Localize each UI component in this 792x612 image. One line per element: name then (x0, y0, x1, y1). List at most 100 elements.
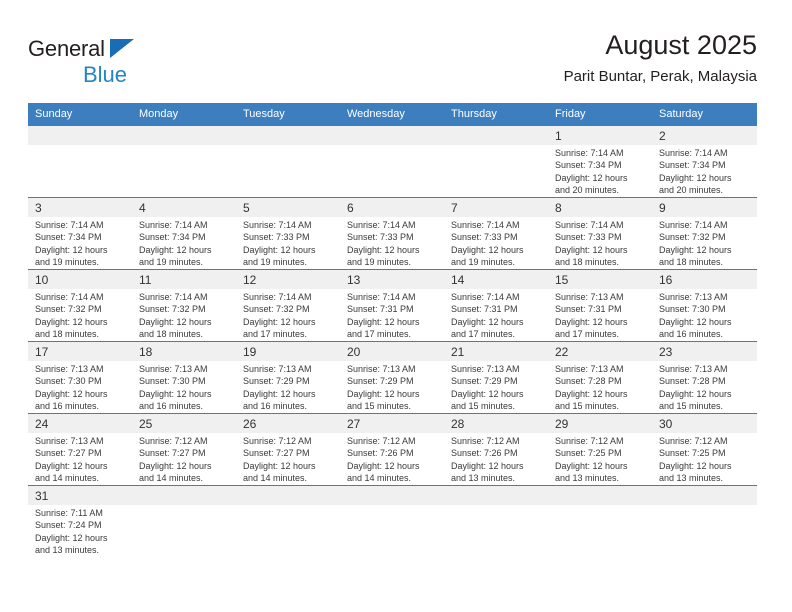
calendar-day-cell[interactable]: 7 Sunrise: 7:14 AM Sunset: 7:33 PM Daylight… (444, 197, 548, 270)
day-number: 12 (236, 270, 340, 289)
calendar-day-cell[interactable]: 28 Sunrise: 7:12 AM Sunset: 7:26 PM Dayligh… (444, 413, 548, 486)
weekday-header-saturday: Saturday (652, 103, 757, 126)
day-number: 15 (548, 270, 652, 289)
day-info-line: Sunrise: 7:12 AM (451, 436, 520, 446)
calendar-day-cell[interactable]: 22 Sunrise: 7:13 AM Sunset: 7:28 PM Dayligh… (548, 341, 652, 414)
calendar-day-cell[interactable]: 9 Sunrise: 7:14 AM Sunset: 7:32 PM Daylight… (652, 197, 757, 270)
day-info-line: Sunrise: 7:13 AM (555, 364, 624, 374)
day-sun-info: Sunrise: 7:14 AM Sunset: 7:34 PM Daylight:… (652, 145, 757, 197)
day-info-line: Sunrise: 7:14 AM (243, 220, 312, 230)
day-info-line: Sunset: 7:24 PM (35, 520, 102, 531)
day-sun-info: Sunrise: 7:14 AM Sunset: 7:32 PM Daylight:… (28, 289, 132, 341)
day-info-line: Daylight: 12 hours (35, 388, 108, 399)
calendar-day-cell[interactable]: 8 Sunrise: 7:14 AM Sunset: 7:33 PM Daylight… (548, 197, 652, 270)
general-blue-logo[interactable]: General Blue (28, 36, 208, 92)
day-number (340, 126, 444, 145)
calendar-day-cell[interactable]: 24 Sunrise: 7:13 AM Sunset: 7:27 PM Dayligh… (28, 413, 132, 486)
day-info-line: and 16 minutes. (139, 401, 204, 412)
day-info-line: Daylight: 12 hours (555, 388, 628, 399)
day-info-line: and 13 minutes. (451, 473, 516, 484)
day-number: 23 (652, 342, 757, 361)
day-info-line: Sunrise: 7:14 AM (555, 148, 624, 158)
day-info-line: Sunset: 7:34 PM (555, 160, 622, 171)
calendar-empty-cell (548, 485, 652, 558)
day-info-line: Sunset: 7:25 PM (659, 448, 726, 459)
day-number: 2 (652, 126, 757, 145)
calendar-day-cell[interactable]: 5 Sunrise: 7:14 AM Sunset: 7:33 PM Daylight… (236, 197, 340, 270)
calendar-day-cell[interactable]: 27 Sunrise: 7:12 AM Sunset: 7:26 PM Dayligh… (340, 413, 444, 486)
day-info-line: and 18 minutes. (139, 329, 204, 340)
day-sun-info: Sunrise: 7:14 AM Sunset: 7:33 PM Daylight:… (340, 217, 444, 269)
day-info-line: and 15 minutes. (347, 401, 412, 412)
day-info-line: Sunrise: 7:12 AM (347, 436, 416, 446)
calendar-day-cell[interactable]: 30 Sunrise: 7:12 AM Sunset: 7:25 PM Dayligh… (652, 413, 757, 486)
calendar-day-cell[interactable]: 2 Sunrise: 7:14 AM Sunset: 7:34 PM Daylight… (652, 125, 757, 198)
page-subtitle: Parit Buntar, Perak, Malaysia (563, 68, 757, 85)
calendar-day-cell[interactable]: 12 Sunrise: 7:14 AM Sunset: 7:32 PM Dayligh… (236, 269, 340, 342)
day-info-line: Sunset: 7:32 PM (139, 304, 206, 315)
day-info-line: and 16 minutes. (659, 329, 724, 340)
calendar-day-cell[interactable]: 29 Sunrise: 7:12 AM Sunset: 7:25 PM Dayligh… (548, 413, 652, 486)
day-info-line: Sunset: 7:31 PM (347, 304, 414, 315)
day-info-line: Daylight: 12 hours (347, 460, 420, 471)
calendar-empty-cell (132, 125, 236, 198)
day-sun-info (236, 145, 340, 147)
calendar-empty-cell (340, 125, 444, 198)
day-info-line: Sunset: 7:32 PM (35, 304, 102, 315)
day-info-line: and 17 minutes. (555, 329, 620, 340)
day-info-line: Sunrise: 7:13 AM (555, 292, 624, 302)
day-info-line: and 19 minutes. (451, 257, 516, 268)
calendar-day-cell[interactable]: 17 Sunrise: 7:13 AM Sunset: 7:30 PM Dayligh… (28, 341, 132, 414)
calendar-day-cell[interactable]: 20 Sunrise: 7:13 AM Sunset: 7:29 PM Dayligh… (340, 341, 444, 414)
calendar-day-cell[interactable]: 21 Sunrise: 7:13 AM Sunset: 7:29 PM Dayligh… (444, 341, 548, 414)
calendar-day-cell[interactable]: 1 Sunrise: 7:14 AM Sunset: 7:34 PM Daylight… (548, 125, 652, 198)
day-info-line: Daylight: 12 hours (35, 460, 108, 471)
weekday-header-monday: Monday (132, 103, 236, 126)
calendar-day-cell[interactable]: 11 Sunrise: 7:14 AM Sunset: 7:32 PM Dayligh… (132, 269, 236, 342)
day-info-line: and 18 minutes. (35, 329, 100, 340)
calendar-day-cell[interactable]: 14 Sunrise: 7:14 AM Sunset: 7:31 PM Dayligh… (444, 269, 548, 342)
day-info-line: and 16 minutes. (35, 401, 100, 412)
day-info-line: Daylight: 12 hours (555, 460, 628, 471)
calendar-table: Sunday Monday Tuesday Wednesday Thursday Frid… (28, 103, 757, 558)
calendar-day-cell[interactable]: 18 Sunrise: 7:13 AM Sunset: 7:30 PM Dayligh… (132, 341, 236, 414)
day-info-line: Sunrise: 7:13 AM (451, 364, 520, 374)
calendar-day-cell[interactable]: 10 Sunrise: 7:14 AM Sunset: 7:32 PM Dayligh… (28, 269, 132, 342)
day-info-line: and 13 minutes. (659, 473, 724, 484)
calendar-day-cell[interactable]: 3 Sunrise: 7:14 AM Sunset: 7:34 PM Daylight… (28, 197, 132, 270)
calendar-day-cell[interactable]: 4 Sunrise: 7:14 AM Sunset: 7:34 PM Daylight… (132, 197, 236, 270)
calendar-day-cell[interactable]: 26 Sunrise: 7:12 AM Sunset: 7:27 PM Dayligh… (236, 413, 340, 486)
calendar-day-cell[interactable]: 16 Sunrise: 7:13 AM Sunset: 7:30 PM Dayligh… (652, 269, 757, 342)
day-info-line: Sunset: 7:29 PM (451, 376, 518, 387)
calendar-day-cell[interactable]: 6 Sunrise: 7:14 AM Sunset: 7:33 PM Daylight… (340, 197, 444, 270)
calendar-day-cell[interactable]: 25 Sunrise: 7:12 AM Sunset: 7:27 PM Dayligh… (132, 413, 236, 486)
calendar-day-cell[interactable]: 31 Sunrise: 7:11 AM Sunset: 7:24 PM Dayligh… (28, 485, 132, 558)
calendar-empty-cell (444, 125, 548, 198)
day-number (444, 486, 548, 505)
calendar-week-row: 10 Sunrise: 7:14 AM Sunset: 7:32 PM Dayligh… (28, 269, 757, 342)
page-header: General Blue August 2025 Parit Buntar, P… (28, 28, 757, 98)
day-sun-info: Sunrise: 7:13 AM Sunset: 7:28 PM Daylight:… (548, 361, 652, 413)
calendar-day-cell[interactable]: 13 Sunrise: 7:14 AM Sunset: 7:31 PM Dayligh… (340, 269, 444, 342)
calendar-empty-cell (132, 485, 236, 558)
day-info-line: and 19 minutes. (347, 257, 412, 268)
day-number: 26 (236, 414, 340, 433)
day-info-line: and 20 minutes. (555, 185, 620, 196)
day-sun-info: Sunrise: 7:12 AM Sunset: 7:26 PM Daylight:… (340, 433, 444, 485)
day-sun-info (444, 505, 548, 507)
logo-word-general: General (28, 36, 105, 61)
calendar-day-cell[interactable]: 23 Sunrise: 7:13 AM Sunset: 7:28 PM Dayligh… (652, 341, 757, 414)
weekday-header-thursday: Thursday (444, 103, 548, 126)
day-info-line: Daylight: 12 hours (139, 460, 212, 471)
calendar-empty-cell (444, 485, 548, 558)
day-sun-info: Sunrise: 7:12 AM Sunset: 7:25 PM Daylight:… (652, 433, 757, 485)
day-info-line: Sunset: 7:32 PM (659, 232, 726, 243)
day-info-line: and 15 minutes. (659, 401, 724, 412)
calendar-day-cell[interactable]: 15 Sunrise: 7:13 AM Sunset: 7:31 PM Dayligh… (548, 269, 652, 342)
day-number: 27 (340, 414, 444, 433)
day-number (132, 486, 236, 505)
calendar-day-cell[interactable]: 19 Sunrise: 7:13 AM Sunset: 7:29 PM Dayligh… (236, 341, 340, 414)
day-number: 11 (132, 270, 236, 289)
day-info-line: Sunset: 7:33 PM (451, 232, 518, 243)
calendar-empty-cell (236, 125, 340, 198)
